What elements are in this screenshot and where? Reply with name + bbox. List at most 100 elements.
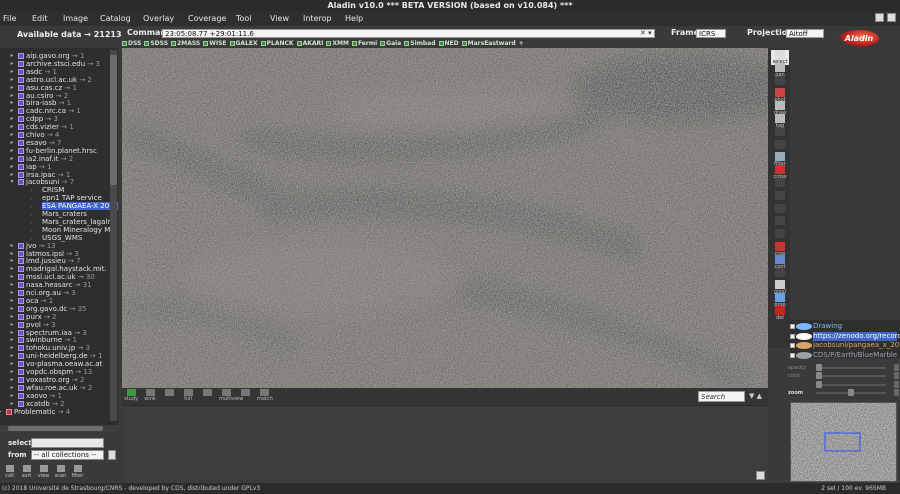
scan-button[interactable]: scan [54, 465, 67, 479]
survey-simbad[interactable]: Simbad [404, 40, 436, 47]
menu-interop[interactable]: Interop [300, 14, 342, 23]
collapsed-arrow-icon[interactable]: ▸ [8, 360, 16, 368]
collapsed-arrow-icon[interactable]: ▸ [8, 297, 16, 305]
survey-marseastward[interactable]: MarsEastward [461, 40, 516, 47]
tool-blank-button[interactable] [771, 126, 789, 136]
view-tool-wink[interactable]: wink [143, 389, 157, 402]
slider-zoom[interactable]: zoom [788, 388, 900, 397]
survey-fermi[interactable]: Fermi [351, 40, 377, 47]
slider-end-button[interactable] [894, 380, 899, 388]
image-view[interactable] [122, 48, 768, 388]
panel-toggle-icon[interactable] [756, 471, 765, 480]
layer-item[interactable]: https://zenodo.org/record/... [790, 331, 900, 341]
collapsed-arrow-icon[interactable]: ▸ [8, 289, 16, 297]
collapsed-arrow-icon[interactable]: ▸ [8, 265, 16, 273]
layer-checkbox[interactable] [790, 324, 795, 329]
frame-select[interactable]: ICRS [696, 29, 726, 38]
collapsed-arrow-icon[interactable]: ▸ [8, 250, 16, 258]
slider-knob[interactable] [816, 380, 822, 388]
survey-wise[interactable]: WISE [203, 40, 227, 47]
zoom-minimap[interactable] [790, 402, 897, 482]
collapsed-arrow-icon[interactable]: ▸ [8, 352, 16, 360]
menu-image[interactable]: Image [60, 14, 97, 23]
collapsed-arrow-icon[interactable]: ▸ [8, 305, 16, 313]
tool-blank-button[interactable] [771, 267, 789, 277]
collapsed-arrow-icon[interactable]: ▸ [8, 400, 16, 408]
search-nav-icons[interactable]: ▼ ▲ [749, 392, 762, 400]
menu-tool[interactable]: Tool [233, 14, 267, 23]
survey-planck[interactable]: PLANCK [260, 40, 294, 47]
survey-sdss[interactable]: SDSS [144, 40, 168, 47]
menu-catalog[interactable]: Catalog [97, 14, 140, 23]
collapsed-arrow-icon[interactable]: ▸ [8, 321, 16, 329]
slider-end-button[interactable] [894, 372, 899, 380]
view-tool-study[interactable]: study [124, 389, 138, 402]
sort-button[interactable]: sort [20, 465, 33, 479]
menu-view[interactable]: View [267, 14, 300, 23]
expanded-arrow-icon[interactable]: ▾ [8, 178, 16, 186]
layer-item[interactable]: CDS/P/Earth/BlueMarble [790, 351, 900, 360]
tool-blank-button[interactable] [771, 190, 789, 200]
collapsed-arrow-icon[interactable]: ▸ [8, 92, 16, 100]
view-tool-full[interactable]: full [181, 389, 195, 402]
collapsed-arrow-icon[interactable]: ▸ [8, 376, 16, 384]
slider-knob[interactable] [848, 388, 854, 396]
add-survey-button[interactable]: + [519, 40, 524, 47]
collapsed-arrow-icon[interactable]: ▸ [8, 60, 16, 68]
collapsed-arrow-icon[interactable]: ▸ [8, 68, 16, 76]
restore-icon[interactable] [875, 13, 884, 22]
collapsed-arrow-icon[interactable]: ▸ [8, 99, 16, 107]
filter-button[interactable]: filter [71, 465, 84, 479]
collapsed-arrow-icon[interactable]: ▸ [8, 171, 16, 179]
layer-item[interactable]: Drawing [790, 322, 900, 331]
view-tool-blank-6[interactable] [238, 389, 252, 402]
collapsed-arrow-icon[interactable]: ▸ [8, 242, 16, 250]
collapsed-arrow-icon[interactable]: ▸ [8, 123, 16, 131]
layer-checkbox[interactable] [790, 333, 795, 339]
select-input[interactable] [31, 438, 104, 448]
survey-2mass[interactable]: 2MASS [171, 40, 200, 47]
collapsed-arrow-icon[interactable]: ▸ [8, 147, 16, 155]
collapsed-arrow-icon[interactable]: ▸ [8, 52, 16, 60]
from-select[interactable]: -- all collections -- [31, 450, 104, 460]
menu-coverage[interactable]: Coverage [185, 14, 233, 23]
slider-knob[interactable] [816, 364, 822, 371]
layer-checkbox[interactable] [790, 352, 795, 358]
collapsed-arrow-icon[interactable]: ▸ [8, 344, 16, 352]
view-tool-multiview[interactable]: multiview [219, 389, 243, 402]
tool-blank-button[interactable] [771, 216, 789, 226]
collapsed-arrow-icon[interactable]: ▸ [8, 163, 16, 171]
tool-blank-button[interactable] [771, 178, 789, 187]
collapsed-arrow-icon[interactable]: ▸ [8, 115, 16, 123]
survey-dss[interactable]: DSS [122, 40, 141, 47]
slider-track[interactable] [816, 383, 886, 386]
slider-end-button[interactable] [894, 364, 899, 371]
view-tool-match[interactable]: match [257, 389, 273, 402]
tool-del-button[interactable]: del [771, 306, 789, 321]
survey-gaia[interactable]: Gaia [380, 40, 401, 47]
view-tool-blank-2[interactable] [162, 389, 176, 402]
slider-knob[interactable] [816, 372, 822, 380]
close-icon[interactable] [887, 13, 896, 22]
survey-galex[interactable]: GALEX [229, 40, 258, 47]
collapsed-arrow-icon[interactable]: ▸ [8, 107, 16, 115]
tool-blank-button[interactable] [771, 203, 789, 213]
slider-blank[interactable] [788, 380, 900, 389]
survey-xmm[interactable]: XMM [326, 40, 349, 47]
view-button[interactable]: view [37, 465, 50, 479]
coll-button[interactable]: coll [3, 465, 16, 479]
survey-akari[interactable]: AKARI [296, 40, 323, 47]
collapsed-arrow-icon[interactable]: ▸ [0, 408, 4, 416]
slider-opacity[interactable]: opacity [788, 364, 900, 372]
collapsed-arrow-icon[interactable]: ▸ [8, 368, 16, 376]
projection-select[interactable]: Aitoff [786, 29, 824, 38]
collapsed-arrow-icon[interactable]: ▸ [8, 281, 16, 289]
tree-hscrollbar-thumb[interactable] [8, 426, 103, 431]
survey-ned[interactable]: NED [438, 40, 459, 47]
menu-file[interactable]: File [0, 14, 29, 23]
view-tool-blank-4[interactable] [200, 389, 214, 402]
tool-blank-button[interactable] [771, 139, 789, 149]
menu-edit[interactable]: Edit [29, 14, 60, 23]
slider-track[interactable] [816, 375, 886, 378]
slider-end-button[interactable] [894, 388, 899, 396]
